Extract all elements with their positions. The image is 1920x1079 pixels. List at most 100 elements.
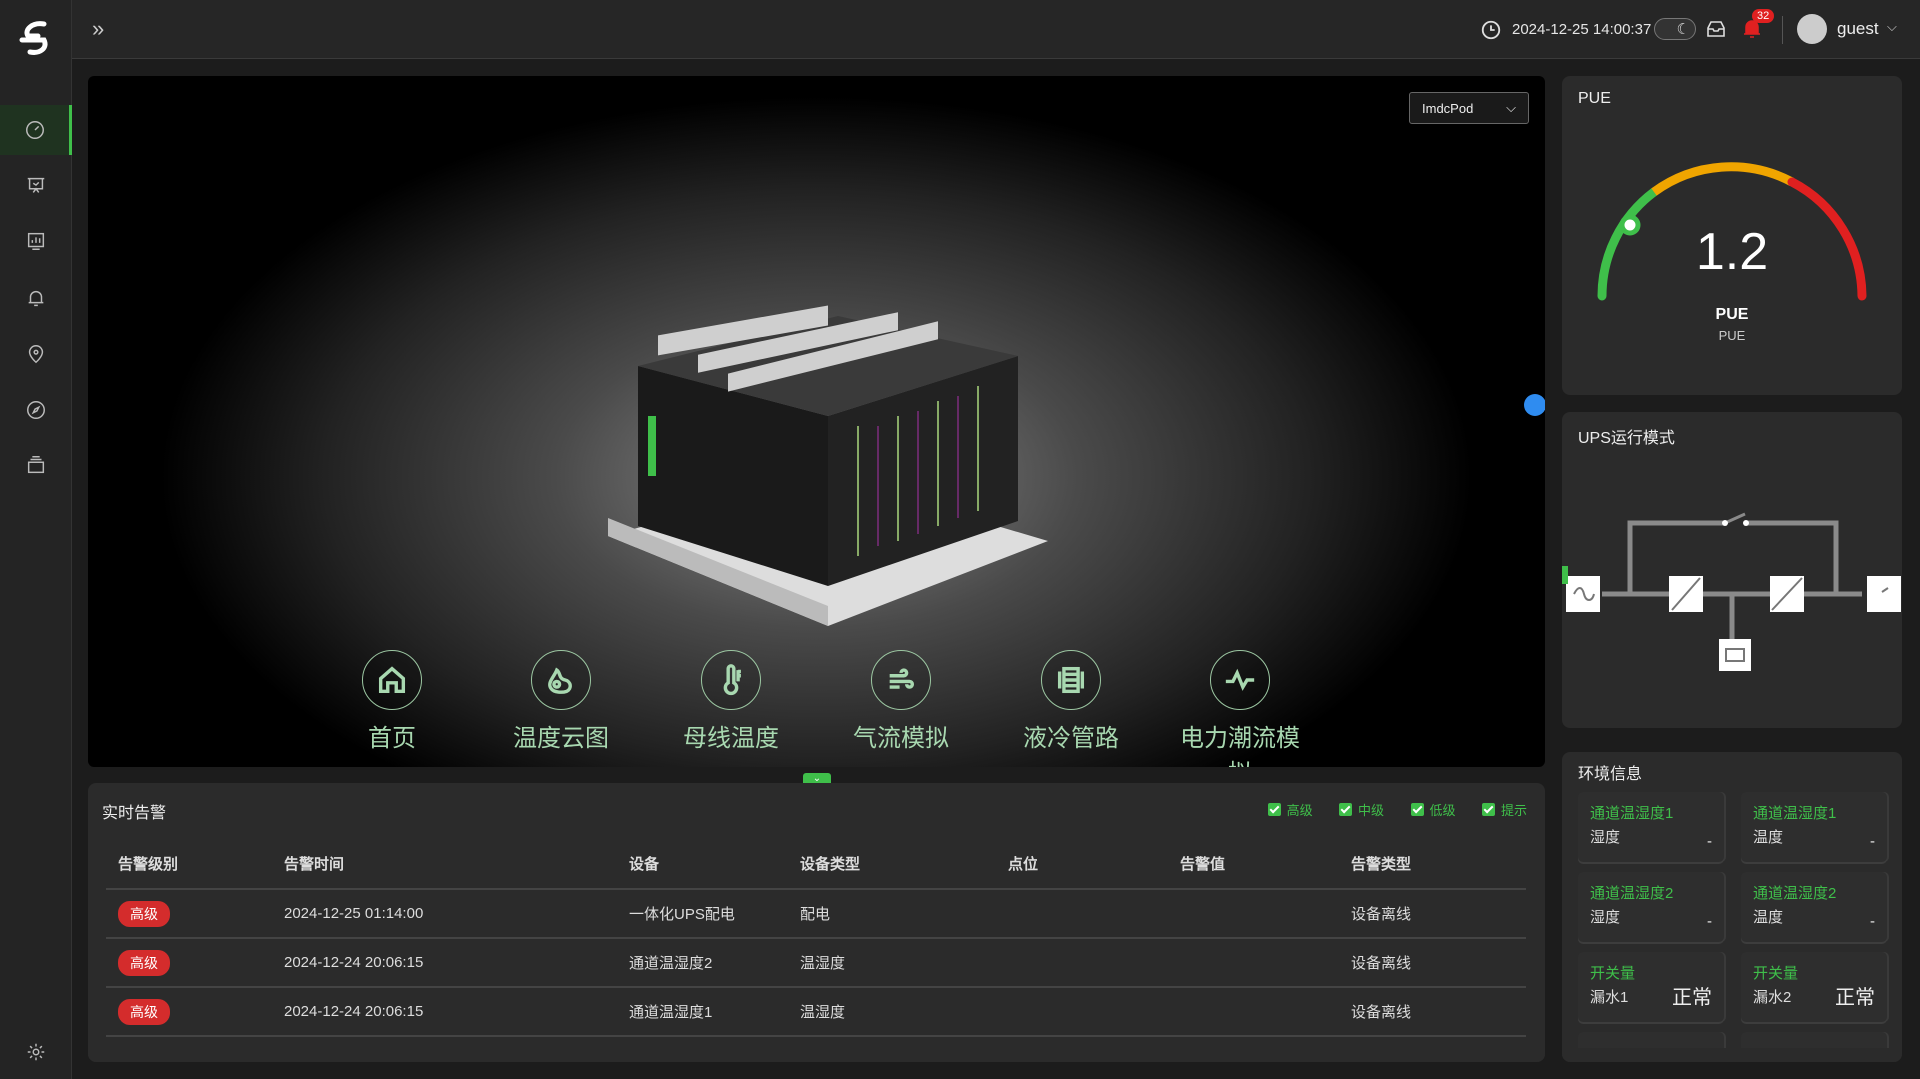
theme-toggle[interactable]: ☾ — [1654, 18, 1696, 40]
table-clip — [88, 1045, 1545, 1062]
compass-icon — [27, 401, 45, 419]
inbox-icon[interactable] — [1706, 20, 1726, 38]
filter-hint-checkbox[interactable]: 提示 — [1481, 800, 1527, 819]
ups-mode-panel: UPS运行模式 — [1562, 412, 1902, 728]
power-flow-icon — [1210, 650, 1270, 710]
nav-temperature-cloud[interactable]: 温度云图 — [491, 650, 631, 753]
column-header: 点位 — [1008, 839, 1180, 890]
nav-home[interactable]: 首页 — [322, 650, 462, 753]
alarm-time: 2024-12-24 20:06:15 — [284, 987, 629, 1037]
pue-label: PUE — [1715, 306, 1749, 323]
device-type: 温湿度 — [800, 938, 1008, 988]
device: 通道温湿度1 — [629, 987, 800, 1037]
env-title: 环境信息 — [1578, 766, 1643, 783]
pue-value: 1.2 — [1695, 223, 1769, 281]
device-type: 温湿度 — [800, 987, 1008, 1037]
expand-handle — [1562, 566, 1568, 584]
battery-icon — [1719, 639, 1751, 671]
nav-busbar-temperature[interactable]: 母线温度 — [661, 650, 801, 753]
table-row[interactable]: 高级 2024-12-24 20:06:15 通道温湿度2 温湿度 设备离线 — [106, 938, 1526, 988]
sidebar — [0, 0, 72, 1079]
point — [1008, 889, 1180, 939]
datetime: 2024-12-25 14:00:37 — [1512, 21, 1652, 38]
env-card[interactable]: 开关量 漏水2 正常 — [1741, 952, 1887, 1022]
notification-badge: 32 — [1752, 9, 1775, 23]
nav-airflow[interactable]: 气流模拟 — [831, 650, 971, 753]
device-type: 配电 — [800, 889, 1008, 939]
env-card[interactable]: 通道温湿度1 温度 - — [1741, 792, 1887, 862]
level-badge: 高级 — [118, 998, 170, 1025]
avatar[interactable] — [1797, 14, 1827, 44]
sidebar-item-display[interactable] — [0, 161, 72, 211]
env-card[interactable]: 通道温湿度1 湿度 - — [1578, 792, 1724, 862]
sidebar-item-alarm[interactable] — [0, 273, 72, 323]
column-header: 告警值 — [1180, 839, 1351, 890]
sidebar-item-layers[interactable] — [0, 440, 72, 490]
pue-title: PUE — [1578, 90, 1611, 107]
bell-icon — [28, 290, 44, 307]
nav-power-flow[interactable]: 电力潮流模拟 — [1170, 650, 1310, 767]
gear-icon — [27, 1043, 45, 1061]
nav-label: 首页 — [368, 725, 416, 752]
alarm-type: 设备离线 — [1351, 938, 1526, 988]
sidebar-item-monitor[interactable] — [0, 216, 72, 266]
filter-low-checkbox[interactable]: 低级 — [1410, 800, 1456, 819]
alarm-filters: 高级 中级 低级 提示 — [1246, 800, 1527, 821]
sidebar-item-compass[interactable] — [0, 385, 72, 435]
filter-medium-checkbox[interactable]: 中级 — [1339, 800, 1384, 819]
temperature-cloud-icon — [531, 650, 591, 710]
location-icon — [28, 345, 44, 364]
3d-viewer[interactable]: ImdcPod ⌵ 首页 温度云图 母线温度 气流模拟 液冷管路 电力潮流模拟 — [88, 76, 1545, 767]
ups-title: UPS运行模式 — [1578, 430, 1675, 447]
sidebar-item-location[interactable] — [0, 329, 72, 379]
pue-panel: PUE 1.2 PUE PUE — [1562, 76, 1902, 395]
column-header: 设备 — [629, 839, 800, 890]
level-badge: 高级 — [118, 900, 170, 927]
username[interactable]: guest — [1837, 19, 1879, 39]
nav-label: 温度云图 — [513, 725, 609, 752]
alarm-time: 2024-12-25 01:14:00 — [284, 889, 629, 939]
table-row[interactable]: 高级 2024-12-25 01:14:00 一体化UPS配电 配电 设备离线 — [106, 889, 1526, 939]
realtime-alarm-panel: 实时告警 高级 中级 低级 提示 告警级别 告警时间 设备 设备类型 点位 告警… — [88, 783, 1545, 1062]
logo-icon — [19, 21, 48, 55]
alarm-type: 设备离线 — [1351, 889, 1526, 939]
chart-icon — [27, 232, 45, 250]
chevron-down-icon[interactable]: ⌵ — [1887, 19, 1897, 35]
expand-sidebar-icon[interactable]: » — [92, 16, 104, 42]
chevron-down-icon: ⌵ — [1506, 100, 1516, 115]
env-card[interactable]: 开关量 漏水1 正常 — [1578, 952, 1724, 1022]
table-header: 告警级别 告警时间 设备 设备类型 点位 告警值 告警类型 — [106, 839, 1526, 890]
point — [1008, 938, 1180, 988]
env-card[interactable]: 通道温湿度2 湿度 - — [1578, 872, 1724, 942]
divider — [1782, 16, 1783, 44]
thermometer-icon — [701, 650, 761, 710]
column-header: 告警类型 — [1351, 839, 1526, 890]
nav-liquid-cooling[interactable]: 液冷管路 — [1001, 650, 1141, 753]
column-header: 告警时间 — [284, 839, 629, 890]
view-toggle-button[interactable] — [1524, 394, 1545, 416]
moon-icon: ☾ — [1676, 21, 1690, 38]
filter-high-checkbox[interactable]: 高级 — [1267, 800, 1313, 819]
environment-panel: 环境信息 通道温湿度1 湿度 - 通道温湿度1 温度 - 通道温湿度2 湿度 - 通道温湿度… — [1562, 752, 1902, 1062]
env-card[interactable]: 通道温湿度2 温度 - — [1741, 872, 1887, 942]
level-badge: 高级 — [118, 949, 170, 976]
home-icon — [362, 650, 422, 710]
alarm-table: 告警级别 告警时间 设备 设备类型 点位 告警值 告警类型 高级 2024-12-… — [106, 839, 1526, 1062]
sidebar-item-dashboard[interactable] — [0, 105, 72, 155]
alarm-title: 实时告警 — [102, 805, 167, 822]
presentation-icon — [27, 177, 45, 193]
device: 通道温湿度2 — [629, 938, 800, 988]
clock-icon — [1481, 20, 1501, 40]
sidebar-item-settings[interactable] — [0, 1027, 72, 1077]
top-bar: » 2024-12-25 14:00:37 ☾ 32 guest ⌵ — [72, 0, 1920, 59]
nav-label: 电力潮流模拟 — [1180, 725, 1300, 767]
alarm-type: 设备离线 — [1351, 987, 1526, 1037]
pod-select[interactable]: ImdcPod ⌵ — [1409, 92, 1529, 124]
pod-3d-model[interactable] — [598, 286, 1048, 626]
nav-label: 气流模拟 — [853, 725, 949, 752]
alarm-value — [1180, 889, 1351, 939]
panel-clip — [1562, 1048, 1902, 1062]
table-row[interactable]: 高级 2024-12-24 20:06:15 通道温湿度1 温湿度 设备离线 — [106, 987, 1526, 1037]
layers-icon — [27, 456, 45, 474]
alarm-value — [1180, 987, 1351, 1037]
